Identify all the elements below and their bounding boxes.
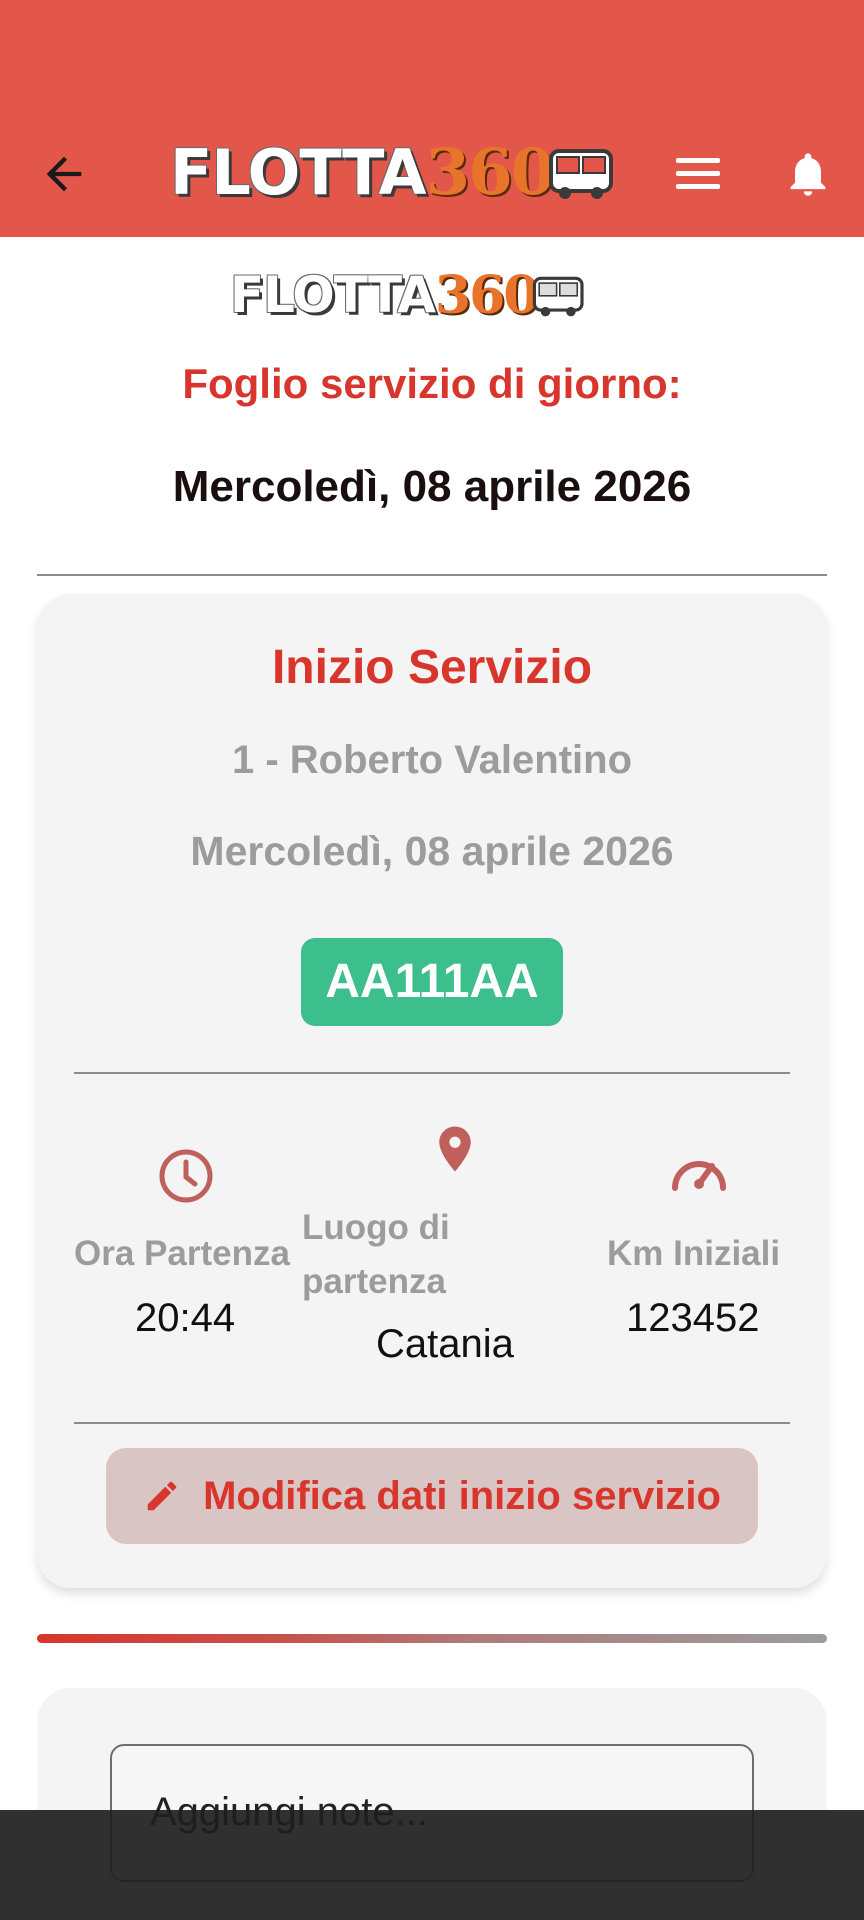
divider: [74, 1422, 790, 1424]
hamburger-menu-icon[interactable]: [672, 152, 724, 196]
bus-logo-icon: [533, 276, 585, 317]
edit-service-start-button[interactable]: Modifica dati inizio servizio: [106, 1448, 758, 1544]
divider: [74, 1072, 790, 1074]
departure-time-label: Ora Partenza: [74, 1234, 290, 1273]
departure-place-label: Luogo di: [302, 1208, 450, 1247]
divider: [37, 574, 827, 576]
clock-icon: [158, 1148, 214, 1209]
initial-km-label: Km Iniziali: [607, 1234, 781, 1273]
app-bar: FLOTTA 360: [0, 0, 864, 237]
notification-bell-icon[interactable]: [782, 146, 834, 202]
page-logo: FLOTTA 360: [230, 265, 587, 326]
pencil-icon: [147, 1481, 177, 1511]
sheet-date: Mercoledì, 08 aprile 2026: [172, 462, 692, 511]
progress-bar: [37, 1634, 827, 1643]
logo-number: 360: [425, 134, 556, 210]
initial-km-value: 123452: [626, 1296, 760, 1340]
speedometer-icon: [670, 1150, 728, 1199]
card-title: Inizio Servizio: [271, 641, 593, 694]
system-navigation-bar: [0, 1810, 864, 1920]
departure-place-value: Catania: [376, 1322, 514, 1366]
location-pin-icon: [428, 1120, 482, 1183]
service-date: Mercoledì, 08 aprile 2026: [190, 828, 674, 874]
arrow-back-icon[interactable]: [38, 148, 90, 200]
page-title: Foglio servizio di giorno:: [182, 360, 682, 407]
logo-number: 360: [434, 264, 540, 326]
edit-button-label: Modifica dati inizio servizio: [203, 1473, 721, 1518]
departure-time-value: 20:44: [135, 1296, 236, 1340]
plate-badge: AA111AA: [301, 938, 563, 1026]
logo-word: FLOTTA: [230, 266, 436, 324]
departure-place-label: partenza: [302, 1262, 446, 1301]
logo-word: FLOTTA: [170, 135, 427, 209]
app-logo: FLOTTA 360: [170, 135, 617, 210]
driver-name: 1 - Roberto Valentino: [231, 738, 633, 782]
bus-logo-icon: [549, 149, 614, 199]
